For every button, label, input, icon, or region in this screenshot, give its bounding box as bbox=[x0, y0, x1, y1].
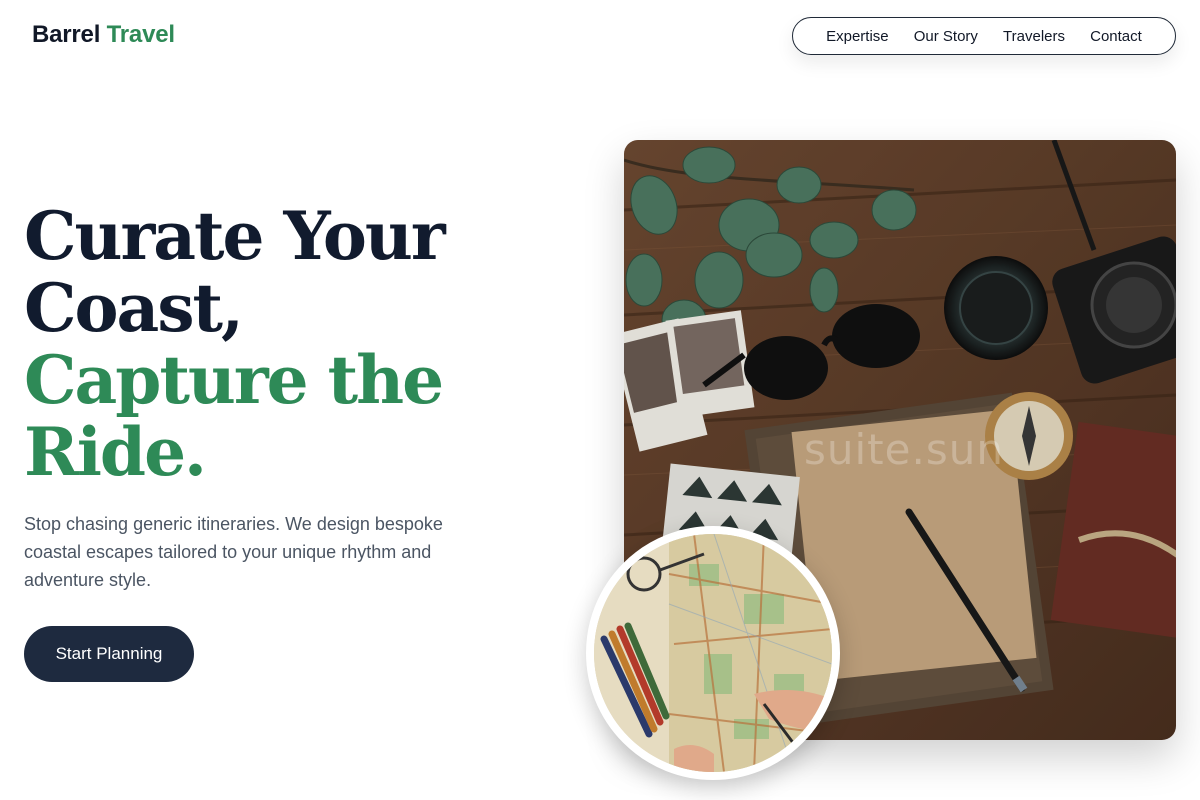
hero-subtitle: Stop chasing generic itineraries. We des… bbox=[24, 514, 443, 590]
hero-headline: Curate Your Coast, Capture the Ride. bbox=[24, 197, 446, 491]
start-planning-button[interactable]: Start Planning bbox=[24, 626, 194, 682]
headline-line-2: Coast, bbox=[24, 269, 244, 347]
nav-item-our-story[interactable]: Our Story bbox=[914, 28, 978, 45]
headline-line-1: Curate Your bbox=[24, 197, 446, 275]
brand-name-part1: Barrel bbox=[32, 21, 101, 48]
nav-item-travelers[interactable]: Travelers bbox=[1003, 28, 1065, 45]
map-planning-photo bbox=[586, 526, 840, 780]
headline-line-4: Ride. bbox=[24, 413, 207, 491]
brand-name-part2: Travel bbox=[106, 21, 175, 48]
brand-logo[interactable]: Barrel Travel bbox=[32, 21, 175, 49]
nav-item-contact[interactable]: Contact bbox=[1090, 28, 1142, 45]
main-nav: Expertise Our Story Travelers Contact bbox=[792, 17, 1176, 55]
nav-item-expertise[interactable]: Expertise bbox=[826, 28, 889, 45]
headline-line-3: Capture the bbox=[24, 341, 444, 419]
